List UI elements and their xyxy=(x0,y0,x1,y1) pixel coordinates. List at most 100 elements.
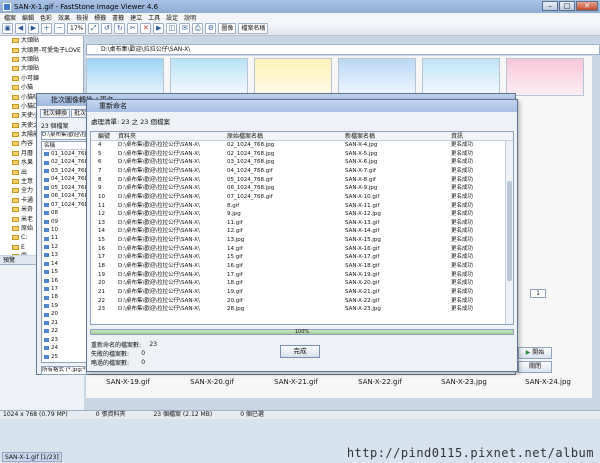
close-dialog-button[interactable]: 關閉 xyxy=(518,361,552,373)
start-button[interactable]: ▶ 開始 xyxy=(518,347,552,359)
batch-file-item[interactable]: 26 xyxy=(42,361,86,363)
zoom-out-icon[interactable]: － xyxy=(54,23,65,34)
table-row[interactable]: 10 D:\桌布集\歡迎\拉拉公仔\SAN-X\ 07_1024_768.gif SA… xyxy=(91,193,513,202)
close-button[interactable]: ✕ xyxy=(576,1,598,11)
batch-file-item[interactable]: 25 xyxy=(42,353,86,361)
tree-item[interactable]: 大頭貼 xyxy=(0,36,83,45)
col-number[interactable]: 編號 xyxy=(91,132,113,141)
table-row[interactable]: 14 D:\桌布集\歡迎\拉拉公仔\SAN-X\ 12.gif SAN-X-14.gi… xyxy=(91,227,513,236)
menu-item[interactable]: 建立 xyxy=(130,13,142,22)
maximize-button[interactable]: □ xyxy=(559,1,575,11)
done-button[interactable]: 完成 xyxy=(280,345,320,358)
table-row[interactable]: 19 D:\桌布集\歡迎\拉拉公仔\SAN-X\ 17.gif SAN-X-19.gi… xyxy=(91,271,513,280)
forward-icon[interactable]: ▶ xyxy=(28,23,39,34)
menu-item[interactable]: 標籤 xyxy=(94,13,106,22)
thumbnail[interactable] xyxy=(422,58,500,96)
page-select[interactable]: 1 xyxy=(530,289,546,298)
batch-file-item[interactable]: 10 xyxy=(42,226,86,234)
batch-file-item[interactable]: 14 xyxy=(42,260,86,268)
table-row[interactable]: 5 D:\桌布集\歡迎\拉拉公仔\SAN-X\ 02_1024_768.jpg SAN… xyxy=(91,150,513,159)
col-folder[interactable]: 資料夾 xyxy=(113,132,223,141)
table-row[interactable]: 8 D:\桌布集\歡迎\拉拉公仔\SAN-X\ 05_1024_768.gif SAN… xyxy=(91,176,513,185)
thumbnail[interactable] xyxy=(506,58,584,96)
menu-item[interactable]: 效果 xyxy=(58,13,70,22)
col-info[interactable]: 資訊 xyxy=(445,132,505,141)
col-original-name[interactable]: 原始檔案名稱 xyxy=(223,132,341,141)
table-row[interactable]: 12 D:\桌布集\歡迎\拉拉公仔\SAN-X\ 9.jpg SAN-X-12.jpg… xyxy=(91,210,513,219)
thumbnail[interactable] xyxy=(338,58,416,96)
batch-file-item[interactable]: 07_1024_768 xyxy=(42,201,86,209)
path-bar[interactable]: D:\桌布集\歡迎\拉拉公仔\SAN-X\ xyxy=(86,44,600,55)
table-row[interactable]: 18 D:\桌布集\歡迎\拉拉公仔\SAN-X\ 16.gif SAN-X-18.gi… xyxy=(91,262,513,271)
table-row[interactable]: 16 D:\桌布集\歡迎\拉拉公仔\SAN-X\ 14.gif SAN-X-16.gi… xyxy=(91,245,513,254)
thumbnail[interactable] xyxy=(86,58,164,96)
delete-icon[interactable]: ✕ xyxy=(140,23,152,34)
batch-file-item[interactable]: 24 xyxy=(42,344,86,352)
table-row[interactable]: 9 D:\桌布集\歡迎\拉拉公仔\SAN-X\ 06_1024_768.jpg SAN… xyxy=(91,184,513,193)
batch-file-item[interactable]: 03_1024_768 xyxy=(42,167,86,175)
slideshow-icon[interactable]: ▶ xyxy=(153,23,165,34)
print-icon[interactable]: ⎙ xyxy=(192,23,204,34)
batch-file-item[interactable]: 15 xyxy=(42,268,86,276)
table-row[interactable]: 17 D:\桌布集\歡迎\拉拉公仔\SAN-X\ 15.gif SAN-X-17.gi… xyxy=(91,253,513,262)
rotate-left-icon[interactable]: ↺ xyxy=(101,23,113,34)
menu-item[interactable]: 色彩 xyxy=(40,13,52,22)
menu-item[interactable]: 檔案 xyxy=(4,13,16,22)
batch-file-item[interactable]: 22 xyxy=(42,327,86,335)
col-new-name[interactable]: 新檔案名稱 xyxy=(341,132,445,141)
fit-icon[interactable]: ⤢ xyxy=(88,23,100,34)
batch-file-item[interactable]: 04_1024_768 xyxy=(42,175,86,183)
table-row[interactable]: 20 D:\桌布集\歡迎\拉拉公仔\SAN-X\ 18.gif SAN-X-20.gi… xyxy=(91,279,513,288)
results-scrollbar[interactable] xyxy=(505,141,513,324)
batch-file-item[interactable]: 01_1024_768 xyxy=(42,150,86,158)
menu-item[interactable]: 工具 xyxy=(148,13,160,22)
menu-item[interactable]: 編輯 xyxy=(22,13,34,22)
table-row[interactable]: 23 D:\桌布集\歡迎\拉拉公仔\SAN-X\ 28.jpg SAN-X-23.jp… xyxy=(91,305,513,314)
minimize-button[interactable]: – xyxy=(542,1,558,11)
batch-file-item[interactable]: 17 xyxy=(42,285,86,293)
tree-item[interactable]: 小可鍊 xyxy=(0,74,83,83)
table-row[interactable]: 13 D:\桌布集\歡迎\拉拉公仔\SAN-X\ 11.gif SAN-X-13.gi… xyxy=(91,219,513,228)
batch-file-item[interactable]: 11 xyxy=(42,234,86,242)
scrollbar-thumb[interactable] xyxy=(507,181,512,281)
batch-path-field[interactable]: D:\桌布集\歡迎\拉拉 xyxy=(41,131,87,140)
menu-item[interactable]: 設定 xyxy=(166,13,178,22)
crop-icon[interactable]: ✂ xyxy=(127,23,139,34)
email-icon[interactable]: ✉ xyxy=(179,23,191,34)
batch-file-item[interactable]: 19 xyxy=(42,302,86,310)
batch-file-item[interactable]: 12 xyxy=(42,243,86,251)
batch-file-item[interactable]: 13 xyxy=(42,251,86,259)
batch-file-item[interactable]: 18 xyxy=(42,293,86,301)
file-type-select[interactable]: 所有格式 (*.jpg;*.j xyxy=(41,366,87,375)
batch-file-item[interactable]: 08 xyxy=(42,209,86,217)
settings-icon[interactable]: ⚙ xyxy=(205,23,217,34)
zoom-in-icon[interactable]: ＋ xyxy=(41,23,52,34)
batch-file-item[interactable]: 09 xyxy=(42,218,86,226)
tree-item[interactable]: 大頭貼 xyxy=(0,55,83,64)
thumbnail[interactable] xyxy=(170,58,248,96)
thumbnail[interactable] xyxy=(254,58,332,96)
table-row[interactable]: 15 D:\桌布集\歡迎\拉拉公仔\SAN-X\ 13.jpg SAN-X-15.jp… xyxy=(91,236,513,245)
batch-file-item[interactable]: 21 xyxy=(42,319,86,327)
table-row[interactable]: 21 D:\桌布集\歡迎\拉拉公仔\SAN-X\ 19.gif SAN-X-21.gi… xyxy=(91,288,513,297)
tree-item[interactable]: 大頭貼 xyxy=(0,64,83,73)
tree-item[interactable]: 小貓 xyxy=(0,83,83,92)
menu-item[interactable]: 書籤 xyxy=(112,13,124,22)
batch-file-item[interactable]: 05_1024_768 xyxy=(42,184,86,192)
batch-file-list[interactable]: 名稱 01_1024_768 02_1024_768 03_1024_768 04_1… xyxy=(41,141,87,363)
batch-file-item[interactable]: 02_1024_768 xyxy=(42,158,86,166)
zoom-select[interactable]: 17% xyxy=(67,23,87,34)
table-row[interactable]: 4 D:\桌布集\歡迎\拉拉公仔\SAN-X\ 02_1024_768.jpg SAN… xyxy=(91,141,513,150)
compare-icon[interactable]: ◫ xyxy=(166,23,178,34)
tree-item[interactable]: 大頭男-可愛兔子LOVE xyxy=(0,45,83,54)
rotate-right-icon[interactable]: ↻ xyxy=(114,23,126,34)
table-row[interactable]: 22 D:\桌布集\歡迎\拉拉公仔\SAN-X\ 20.gif SAN-X-22.gi… xyxy=(91,297,513,306)
batch-file-item[interactable]: 23 xyxy=(42,336,86,344)
batch-tab[interactable]: 批次轉換 xyxy=(40,109,71,118)
batch-file-item[interactable]: 20 xyxy=(42,310,86,318)
batch-file-item[interactable]: 06_1024_768 xyxy=(42,192,86,200)
filter-select[interactable]: 圖像 xyxy=(218,23,237,34)
menu-item[interactable]: 說明 xyxy=(184,13,196,22)
sort-select[interactable]: 檔案名稱 xyxy=(238,23,269,34)
table-row[interactable]: 6 D:\桌布集\歡迎\拉拉公仔\SAN-X\ 03_1024_768.jpg SAN… xyxy=(91,158,513,167)
